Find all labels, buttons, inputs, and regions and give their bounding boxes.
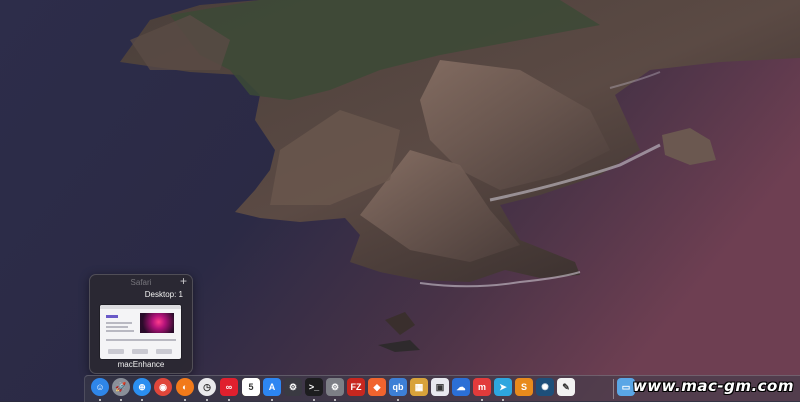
- thumbnail-toolbar: [100, 305, 181, 309]
- telegram-icon[interactable]: ➤: [494, 378, 512, 396]
- preview-icon[interactable]: ▣: [431, 378, 449, 396]
- mindmap-icon[interactable]: m: [473, 378, 491, 396]
- thumbnail-text-line: [106, 330, 134, 332]
- safari-icon[interactable]: ⊕: [133, 378, 151, 396]
- calendar-icon[interactable]: 5: [242, 378, 260, 396]
- system-preferences-icon[interactable]: ⚙: [326, 378, 344, 396]
- clock-icon[interactable]: ◷: [198, 378, 216, 396]
- popup-app-name: Safari: [130, 278, 152, 287]
- desktop-label: Desktop: 1: [144, 290, 183, 299]
- new-window-button[interactable]: +: [180, 274, 187, 288]
- thumbnail-text-line: [106, 326, 128, 328]
- creative-cloud-icon[interactable]: ∞: [220, 378, 238, 396]
- textedit-icon[interactable]: ✎: [557, 378, 575, 396]
- sublime-icon[interactable]: S: [515, 378, 533, 396]
- dock-separator: [613, 379, 614, 399]
- watermark-text: www.mac-gm.com: [632, 377, 794, 395]
- cloud-app-icon[interactable]: ☁: [452, 378, 470, 396]
- thumbnail-hero-image: [140, 313, 174, 333]
- photo-app-icon[interactable]: ▦: [410, 378, 428, 396]
- swift-icon[interactable]: ◆: [368, 378, 386, 396]
- utility-icon[interactable]: ⚙: [284, 378, 302, 396]
- thumbnail-text-line: [106, 322, 132, 324]
- dock-window-preview-popup: Safari + Desktop: 1 macEnhance: [89, 274, 193, 374]
- app-store-icon[interactable]: A: [263, 378, 281, 396]
- thumbnail-button: [132, 349, 148, 354]
- window-title-label: macEnhance: [117, 360, 165, 369]
- terminal-icon[interactable]: >_: [305, 378, 323, 396]
- thumbnail-text-line: [106, 339, 176, 341]
- finder-icon[interactable]: ☺: [91, 378, 109, 396]
- thumbnail-button: [156, 349, 172, 354]
- filezilla-icon[interactable]: FZ: [347, 378, 365, 396]
- launchpad-icon[interactable]: 🚀: [112, 378, 130, 396]
- window-thumbnail[interactable]: [100, 305, 181, 359]
- firefox-icon[interactable]: ◐: [176, 378, 194, 396]
- image-tool-icon[interactable]: ✺: [536, 378, 554, 396]
- thumbnail-button: [108, 349, 124, 354]
- chrome-icon[interactable]: ◉: [154, 378, 172, 396]
- thumbnail-logo: [106, 315, 118, 318]
- qbittorrent-icon[interactable]: qb: [389, 378, 407, 396]
